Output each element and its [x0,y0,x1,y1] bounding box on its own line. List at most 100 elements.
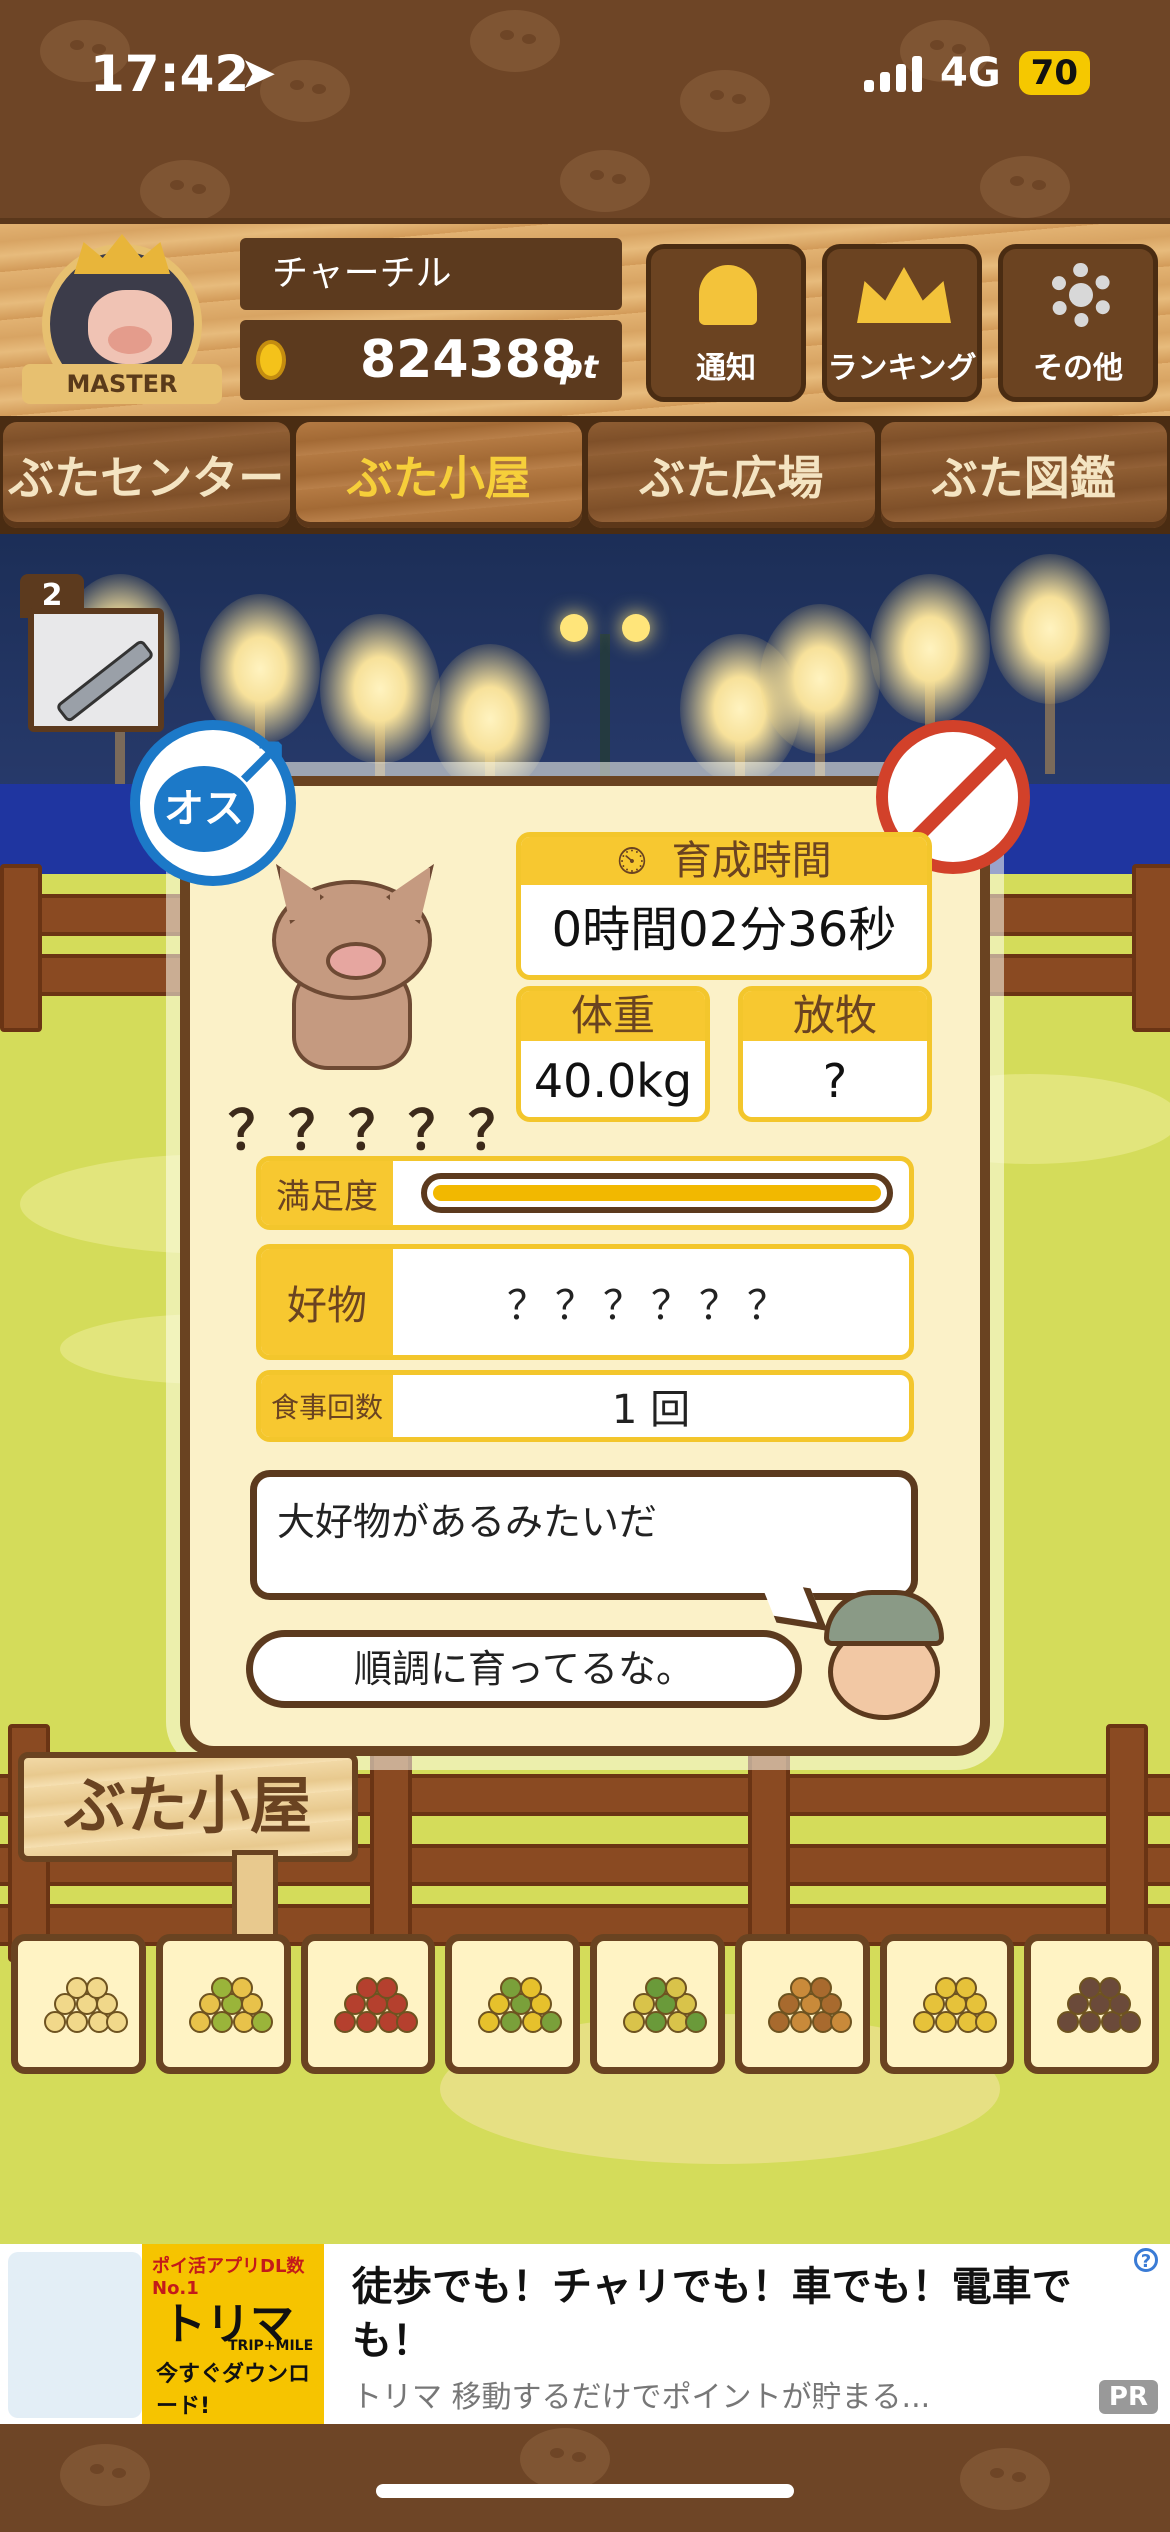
crown-icon [857,267,951,323]
master-badge[interactable]: MASTER [22,234,222,404]
syringe-icon [28,608,164,732]
status-time: 17:42 [90,45,250,103]
notify-button[interactable]: 通知 [646,244,806,402]
growth-time-value: 0時間02分36秒 [551,902,897,958]
location-arrow-icon: ➤ [240,48,277,99]
tab-buta-zukan[interactable]: ぶた図鑑 [880,422,1167,528]
food-sweet-potato-button[interactable] [300,1934,436,2074]
male-badge: オス ↗ [130,720,296,886]
satisfaction-fill [433,1185,881,1201]
tab-buta-goya[interactable]: ぶた小屋 [295,422,582,528]
home-indicator[interactable] [376,2484,794,2498]
weight-label: 体重 [521,991,705,1041]
graze-value: ? [822,1054,848,1108]
food-piece [86,1977,108,1999]
message-bubble: 大好物があるみたいだ [250,1470,918,1600]
notify-label: 通知 [696,351,756,386]
other-button[interactable]: その他 [998,244,1158,402]
points-display: 824388 pt [240,320,622,400]
food-piece [230,1977,253,1999]
food-piece [954,1977,977,1999]
beans-icon [34,1971,128,2041]
farmer-avatar[interactable] [818,1590,950,1720]
ranking-button[interactable]: ランキング [822,244,982,402]
network-type: 4G [940,50,1001,96]
corn-icon [468,1971,563,2041]
acorns-icon [758,1971,852,2041]
male-symbol-icon: ↗ [231,722,290,804]
food-soybeans-button[interactable] [879,1934,1015,2074]
ranking-label: ランキング [827,351,977,386]
food-piece [375,1977,398,1999]
food-beans-button[interactable] [11,1934,146,2074]
tab-buta-hiroba[interactable]: ぶた広場 [588,422,875,528]
lit-tree [990,554,1110,774]
satisfaction-gauge [421,1173,893,1213]
nuts-leaves-icon [613,1971,707,2041]
coin-icon [256,340,286,380]
player-header: MASTER チャーチル 824388 pt 通知 ランキング その他 [0,218,1170,422]
pig-avatar-icon [88,290,172,364]
ad-pr-badge: PR [1098,2380,1158,2414]
meals-label: 食事回数 [261,1375,393,1437]
points-value: 824388 [360,330,578,390]
chestnuts-plate-icon [1047,1971,1142,2041]
weight-value: 40.0kg [533,1054,693,1108]
ad-download-text: 今すぐダウンロード! [156,2362,311,2419]
fence-post [0,864,42,1032]
points-unit: pt [560,348,599,386]
status-indicators: 4G 70 [864,50,1090,96]
food-chestnuts-button[interactable] [1024,1934,1159,2074]
buta-goya-sign: ぶた小屋 [18,1752,358,1862]
fence-post [1132,864,1170,1032]
food-nuts-button[interactable] [590,1934,725,2074]
timer-icon: ⏲ [616,838,648,884]
growth-time-card: ⏲ 育成時間 0時間02分36秒 [516,832,932,980]
favorite-value: ？？？？？？ [507,1283,795,1329]
crown-icon [74,234,170,274]
ad-subtitle: トリマ 移動するだけでポイントが貯まる... [352,2380,931,2415]
syringe-item-button[interactable]: 2 [20,574,168,732]
satisfaction-label: 満足度 [261,1161,393,1225]
meals-value: 1 回 [611,1387,691,1433]
player-name: チャーチル [240,238,622,310]
favorite-label: 好物 [261,1249,393,1355]
ad-brand-image: ポイ活アプリDL数No.1 トリマ TRIP+MILE 今すぐダウンロード! [142,2244,324,2424]
food-selector [0,1934,1170,2080]
pig-character[interactable] [262,864,462,1090]
growth-time-label: 育成時間 [671,838,832,884]
ad-info-icon[interactable]: ? [1134,2248,1158,2272]
farmer-speech: 順調に育ってるな。 [246,1630,802,1708]
battery-icon: 70 [1018,51,1090,95]
food-piece [789,1977,812,1999]
pig-name: ？？？？？ [228,1099,528,1162]
status-bar: 17:42 ➤ 4G 70 [0,0,1170,150]
mixed-beans-icon [179,1971,273,2041]
food-piece [665,1977,687,1999]
ad-banner[interactable]: ポイ活アプリDL数No.1 トリマ TRIP+MILE 今すぐダウンロード! 徒… [0,2244,1170,2424]
signal-icon [864,54,922,92]
sign-post [232,1850,278,1940]
food-corn-button[interactable] [445,1934,580,2074]
badge-label: MASTER [22,364,222,404]
graze-label: 放牧 [743,991,927,1041]
sweet-potato-icon [324,1971,418,2041]
favorite-row: 好物 ？？？？？？ [256,1244,914,1360]
other-label: その他 [1033,351,1123,386]
food-piece [645,1977,667,1999]
food-piece [66,1977,88,1999]
soybeans-plate-icon [903,1971,997,2041]
food-piece [809,1977,832,1999]
food-piece [210,1977,233,1999]
food-piece [934,1977,957,1999]
food-acorns-button[interactable] [734,1934,870,2074]
tab-buta-center[interactable]: ぶたセンター [3,422,290,528]
food-piece [355,1977,378,1999]
gear-icon [1049,263,1113,327]
food-mixed-beans-button[interactable] [155,1934,291,2074]
bell-icon [699,265,757,325]
bottom-bar [0,2424,1170,2532]
meals-row: 食事回数 1 回 [256,1370,914,1442]
satisfaction-row: 満足度 [256,1156,914,1230]
graze-card: 放牧 ? [738,986,932,1122]
